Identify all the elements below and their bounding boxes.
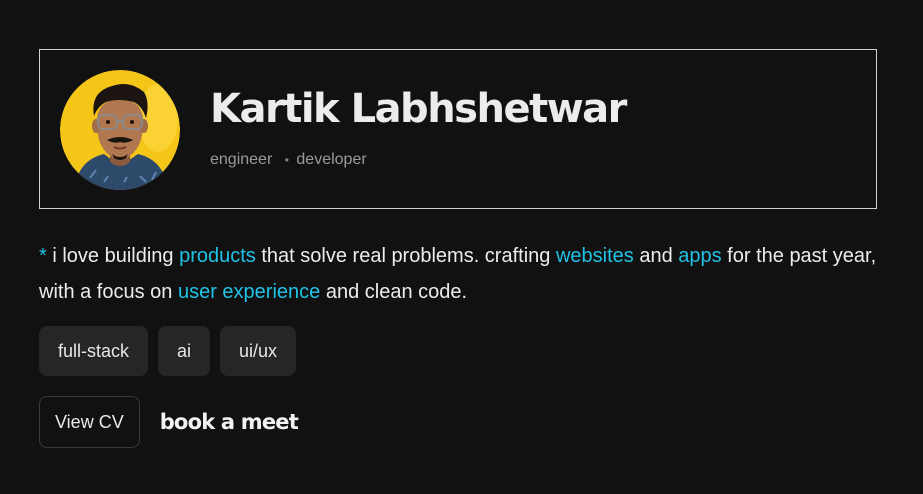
- bio-asterisk: *: [39, 245, 53, 267]
- profile-roles: engineer • developer: [210, 151, 367, 169]
- bio-segment: i love building: [52, 245, 180, 267]
- view-cv-button[interactable]: View CV: [39, 396, 140, 448]
- bio-segment: and: [633, 245, 679, 267]
- bio-highlight-apps: apps: [678, 245, 722, 267]
- tag-ai[interactable]: ai: [158, 326, 211, 376]
- book-meet-link[interactable]: book a meet: [160, 410, 299, 434]
- bio-segment: that solve real problems. crafting: [255, 245, 556, 267]
- role-separator: •: [284, 153, 289, 167]
- action-row: View CV book a meet: [39, 396, 299, 448]
- bio-highlight-websites: websites: [555, 245, 634, 267]
- bio-highlight-products: products: [179, 245, 256, 267]
- bio-text: * i love building products that solve re…: [39, 238, 884, 310]
- bio-highlight-user-experience: user experience: [177, 281, 321, 303]
- profile-card: Kartik Labhshetwar engineer • developer: [39, 49, 877, 209]
- bio-segment: and clean code.: [320, 281, 468, 303]
- avatar: [60, 70, 180, 190]
- skill-tags: full-stack ai ui/ux: [39, 326, 297, 376]
- tag-full-stack[interactable]: full-stack: [39, 326, 149, 376]
- profile-name: Kartik Labhshetwar: [210, 86, 627, 132]
- avatar-illustration-icon: [60, 70, 180, 190]
- role-engineer: engineer: [210, 151, 273, 168]
- role-developer: developer: [296, 151, 367, 168]
- tag-ui-ux[interactable]: ui/ux: [220, 326, 297, 376]
